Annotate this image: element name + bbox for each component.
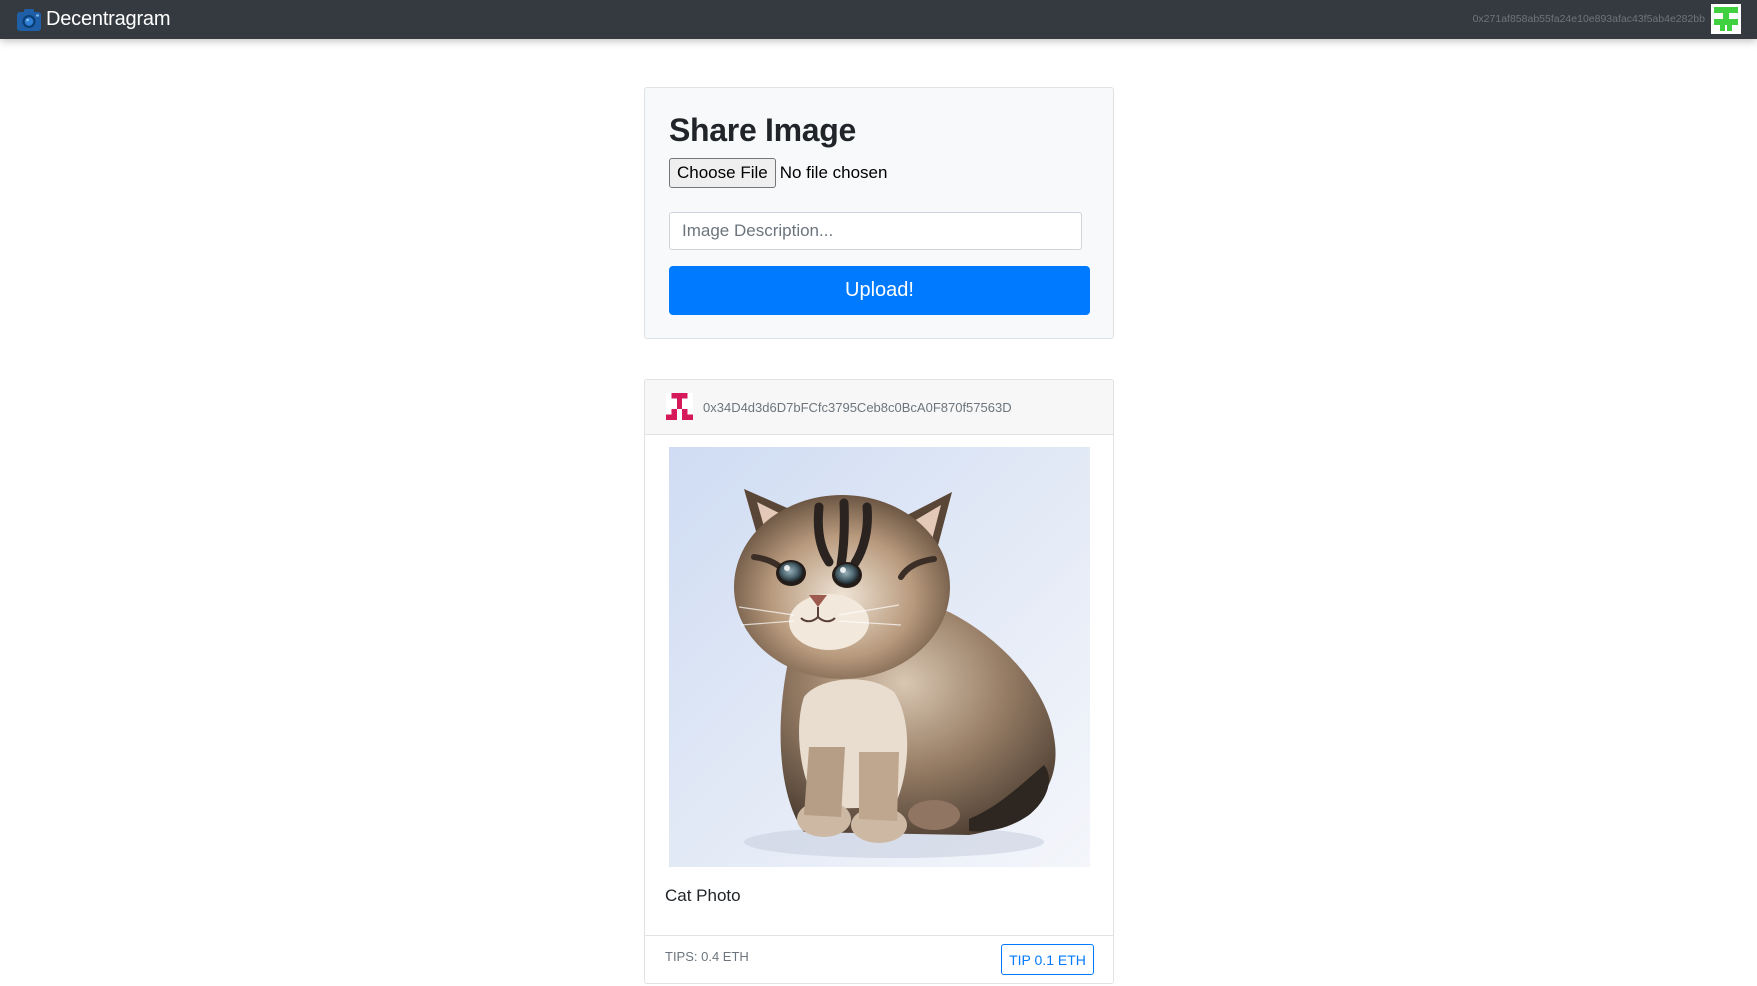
post-description: Cat Photo <box>665 886 741 905</box>
account-address: 0x271af858ab55fa24e10e893afac43f5ab4e282… <box>1472 13 1705 25</box>
image-post-card: 0x34D4d3d6D7bFCfc3795Ceb8c0BcA0F870f5756… <box>644 379 1114 984</box>
account-identicon-avatar <box>1711 4 1741 34</box>
author-identicon-avatar <box>666 393 693 420</box>
brand-link[interactable]: Decentragram <box>15 6 171 33</box>
file-picker[interactable]: Choose File No file chosen <box>669 158 887 188</box>
brand-name: Decentragram <box>46 8 171 30</box>
author-address: 0x34D4d3d6D7bFCfc3795Ceb8c0BcA0F870f5756… <box>703 400 1012 415</box>
image-description-input[interactable] <box>669 212 1082 250</box>
post-image-kitten[interactable] <box>669 447 1090 867</box>
top-navbar: Decentragram 0x271af858ab55fa24e10e893af… <box>0 0 1757 39</box>
choose-file-button[interactable]: Choose File <box>669 158 776 188</box>
post-footer: TIPS: 0.4 ETH TIP 0.1 ETH <box>645 935 1113 983</box>
tips-amount: TIPS: 0.4 ETH <box>665 949 749 964</box>
camera-icon <box>17 9 41 31</box>
share-image-title: Share Image <box>669 112 857 148</box>
file-status-text: No file chosen <box>779 163 888 182</box>
upload-button[interactable]: Upload! <box>669 266 1090 315</box>
share-image-form: Share Image Choose File No file chosen U… <box>644 87 1114 339</box>
tip-button[interactable]: TIP 0.1 ETH <box>1001 944 1094 975</box>
post-header: 0x34D4d3d6D7bFCfc3795Ceb8c0BcA0F870f5756… <box>645 380 1113 435</box>
